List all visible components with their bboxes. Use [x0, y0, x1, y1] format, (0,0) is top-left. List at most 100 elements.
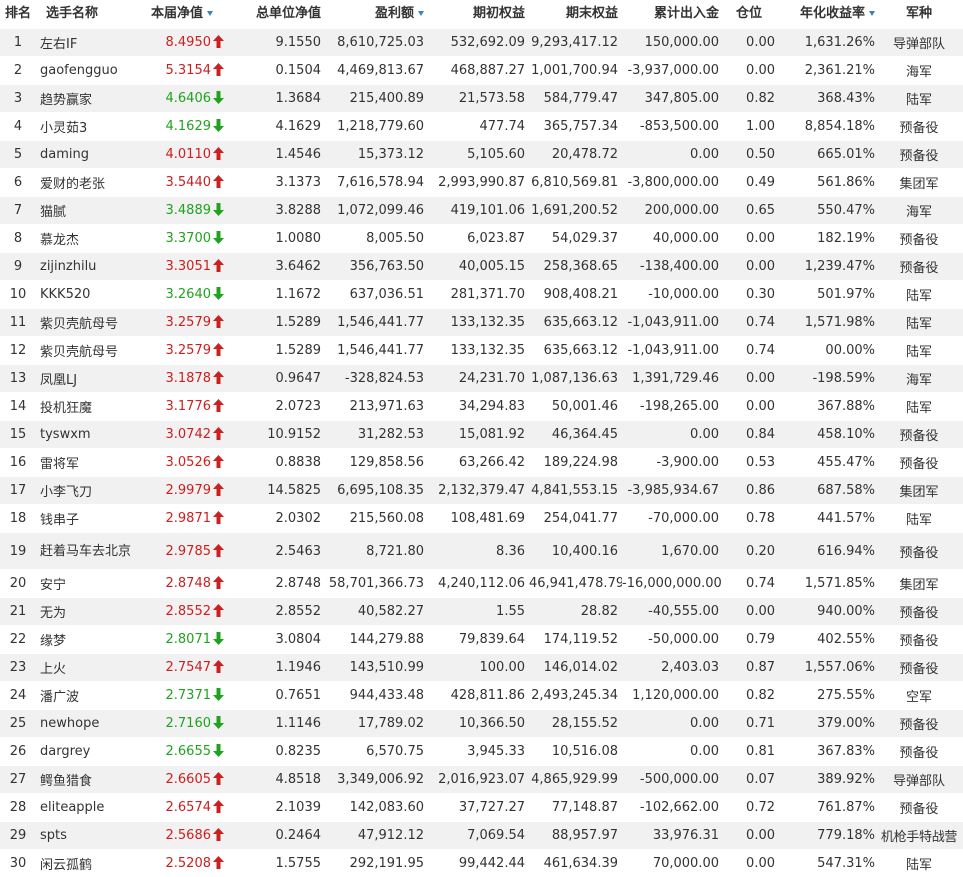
cell-player-name[interactable]: eliteapple [40, 793, 140, 822]
cell-player-name[interactable]: 左右IF [40, 28, 140, 57]
cell-player-name[interactable]: tyswxm [40, 420, 140, 449]
header-end-equity[interactable]: 期末权益 [529, 0, 622, 22]
table-row[interactable]: 17 小李飞刀 2.9979 14.5825 6,695,108.35 2,132,379… [0, 476, 963, 505]
table-row[interactable]: 22 缘梦 2.8071 3.0804 144,279.88 79,839.64 174,1… [0, 625, 963, 654]
table-row[interactable]: 26 dargrey 2.6655 0.8235 6,570.75 3,945.33 10,… [0, 737, 963, 766]
table-row[interactable]: 5 daming 4.0110 1.4546 15,373.12 5,105.60 20,4… [0, 140, 963, 169]
cell-player-name[interactable]: spts [40, 821, 140, 850]
arrow-up-icon [213, 604, 224, 617]
cell-position: 0.00 [723, 56, 779, 85]
table-row[interactable]: 14 投机狂魔 3.1776 2.0723 213,971.63 34,294.83 50,… [0, 392, 963, 421]
cell-profit: 40,582.27 [325, 597, 428, 626]
header-annual-return[interactable]: 年化收益率 [779, 0, 879, 22]
cell-annual-return: 1,557.06% [779, 653, 879, 682]
cell-player-name[interactable]: 投机狂魔 [40, 392, 140, 421]
header-begin-equity[interactable]: 期初权益 [428, 0, 529, 22]
cell-rank: 9 [0, 252, 40, 281]
cell-player-name[interactable]: 潘广波 [40, 681, 140, 710]
cell-player-name[interactable]: 赶着马车去北京 [40, 532, 140, 570]
table-row[interactable]: 1 左右IF 8.4950 9.1550 8,610,725.03 532,692.09 9… [0, 28, 963, 57]
cell-player-name[interactable]: newhope [40, 709, 140, 738]
cell-unit-nav: 1.0080 [228, 224, 325, 253]
cell-player-name[interactable]: 缘梦 [40, 625, 140, 654]
table-row[interactable]: 30 闲云孤鹤 2.5208 1.5755 292,191.95 99,442.44 461… [0, 849, 963, 877]
table-row[interactable]: 3 趋势赢家 4.6406 1.3684 215,400.89 21,573.58 584,… [0, 84, 963, 113]
table-row[interactable]: 24 潘广波 2.7371 0.7651 944,433.48 428,811.86 2,4… [0, 681, 963, 710]
table-row[interactable]: 13 凤凰LJ 3.1878 0.9647 -328,824.53 24,231.70 1,… [0, 364, 963, 393]
cell-player-name[interactable]: 紫贝壳航母号 [40, 308, 140, 337]
cell-player-name[interactable]: 爱财的老张 [40, 168, 140, 197]
cell-end-equity: 50,001.46 [529, 392, 622, 421]
sort-caret-icon[interactable] [869, 10, 875, 16]
cell-end-equity: 54,029.37 [529, 224, 622, 253]
cell-player-name[interactable]: gaofengguo [40, 56, 140, 85]
sort-caret-icon[interactable] [418, 10, 424, 16]
cell-army: 陆军 [879, 504, 963, 533]
cell-player-name[interactable]: 凤凰LJ [40, 364, 140, 393]
table-row[interactable]: 15 tyswxm 3.0742 10.9152 31,282.53 15,081.92 4… [0, 420, 963, 449]
cell-player-name[interactable]: KKK520 [40, 280, 140, 309]
cell-player-name[interactable]: 慕龙杰 [40, 224, 140, 253]
cell-player-name[interactable]: 小灵茹3 [40, 112, 140, 141]
cell-army: 机枪手特战营 [879, 821, 963, 850]
cell-player-name[interactable]: 小李飞刀 [40, 476, 140, 505]
header-name[interactable]: 选手名称 [40, 0, 140, 22]
arrow-up-icon [213, 371, 224, 384]
table-row[interactable]: 29 spts 2.5686 0.2464 47,912.12 7,069.54 88,95… [0, 821, 963, 850]
header-position[interactable]: 仓位 [723, 0, 779, 22]
table-row[interactable]: 10 KKK520 3.2640 1.1672 637,036.51 281,371.70… [0, 280, 963, 309]
cell-cum-flow: -853,500.00 [622, 112, 723, 141]
table-row[interactable]: 25 newhope 2.7160 1.1146 17,789.02 10,366.50 2… [0, 709, 963, 738]
cell-player-name[interactable]: 闲云孤鹤 [40, 849, 140, 877]
cell-begin-equity: 21,573.58 [428, 84, 529, 113]
cell-player-name[interactable]: 雷将军 [40, 448, 140, 477]
cell-player-name[interactable]: 无为 [40, 597, 140, 626]
cell-annual-return: 547.31% [779, 849, 879, 877]
cell-player-name[interactable]: 猫腻 [40, 196, 140, 225]
table-row[interactable]: 6 爱财的老张 3.5440 3.1373 7,616,578.94 2,993,990.… [0, 168, 963, 197]
table-row[interactable]: 11 紫贝壳航母号 3.2579 1.5289 1,546,441.77 133,132.… [0, 308, 963, 337]
header-nav[interactable]: 本届净值 [140, 0, 228, 22]
table-row[interactable]: 16 雷将军 3.0526 0.8838 129,858.56 63,266.42 189,… [0, 448, 963, 477]
sort-caret-icon[interactable] [207, 10, 213, 16]
cell-army: 陆军 [879, 849, 963, 877]
table-row[interactable]: 12 紫贝壳航母号 3.2579 1.5289 1,546,441.77 133,132.… [0, 336, 963, 365]
table-row[interactable]: 19 赶着马车去北京 2.9785 2.5463 8,721.80 8.36 10,400.… [0, 532, 963, 570]
table-row[interactable]: 7 猫腻 3.4889 3.8288 1,072,099.46 419,101.06 1,6… [0, 196, 963, 225]
cell-position: 0.84 [723, 420, 779, 449]
table-row[interactable]: 4 小灵茹3 4.1629 4.1629 1,218,779.60 477.74 365,7… [0, 112, 963, 141]
table-row[interactable]: 9 zijinzhilu 3.3051 3.6462 356,763.50 40,005.… [0, 252, 963, 281]
cell-army: 预备役 [879, 793, 963, 822]
header-rank[interactable]: 排名 [0, 0, 40, 22]
cell-player-name[interactable]: dargrey [40, 737, 140, 766]
cell-player-name[interactable]: 鳄鱼猎食 [40, 765, 140, 794]
cell-position: 0.82 [723, 681, 779, 710]
table-row[interactable]: 8 慕龙杰 3.3700 1.0080 8,005.50 6,023.87 54,029.3… [0, 224, 963, 253]
cell-player-name[interactable]: 紫贝壳航母号 [40, 336, 140, 365]
cell-player-name[interactable]: daming [40, 140, 140, 169]
table-row[interactable]: 21 无为 2.8552 2.8552 40,582.27 1.55 28.82 -40,55… [0, 597, 963, 626]
header-army[interactable]: 军种 [879, 0, 963, 22]
header-unit-nav[interactable]: 总单位净值 [228, 0, 325, 22]
header-profit[interactable]: 盈利额 [325, 0, 428, 22]
cell-annual-return: 1,571.85% [779, 569, 879, 598]
cell-unit-nav: 0.8235 [228, 737, 325, 766]
table-row[interactable]: 18 钱串子 2.9871 2.0302 215,560.08 108,481.69 254… [0, 504, 963, 533]
cell-cum-flow: -198,265.00 [622, 392, 723, 421]
cell-player-name[interactable]: zijinzhilu [40, 252, 140, 281]
cell-player-name[interactable]: 安宁 [40, 569, 140, 598]
cell-player-name[interactable]: 上火 [40, 653, 140, 682]
table-row[interactable]: 23 上火 2.7547 1.1946 143,510.99 100.00 146,014.… [0, 653, 963, 682]
table-row[interactable]: 2 gaofengguo 5.3154 0.1504 4,469,813.67 468,8… [0, 56, 963, 85]
cell-player-name[interactable]: 趋势赢家 [40, 84, 140, 113]
table-row[interactable]: 27 鳄鱼猎食 2.6605 4.8518 3,349,006.92 2,016,923.… [0, 765, 963, 794]
cell-unit-nav: 2.5463 [228, 532, 325, 570]
cell-unit-nav: 3.0804 [228, 625, 325, 654]
cell-player-name[interactable]: 钱串子 [40, 504, 140, 533]
header-cum-flow[interactable]: 累计出入金 [622, 0, 723, 22]
table-row[interactable]: 28 eliteapple 2.6574 2.1039 142,083.60 37,727… [0, 793, 963, 822]
table-row[interactable]: 20 安宁 2.8748 2.8748 58,701,366.73 4,240,112.0… [0, 569, 963, 598]
cell-profit: 1,072,099.46 [325, 196, 428, 225]
cell-nav: 2.7160 [140, 709, 228, 738]
cell-profit: 47,912.12 [325, 821, 428, 850]
